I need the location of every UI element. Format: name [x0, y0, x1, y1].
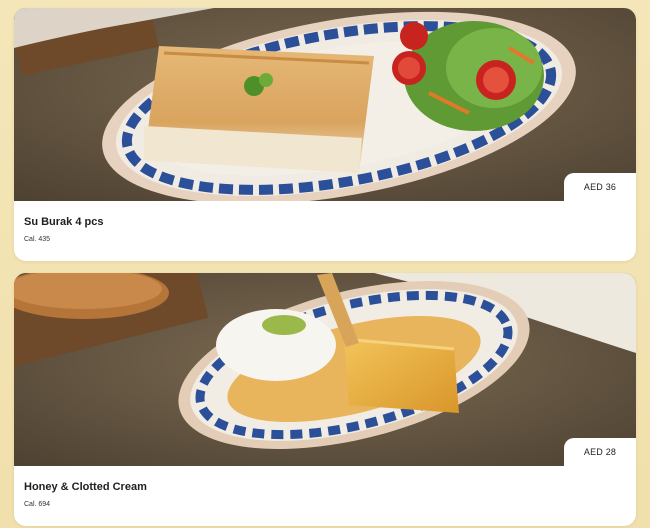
price-badge: AED 28 — [564, 438, 636, 466]
item-title[interactable]: Su Burak 4 pcs — [24, 215, 626, 229]
item-info: Su Burak 4 pcs Cal. 435 — [14, 201, 636, 244]
menu-item-card[interactable]: AED 36 Su Burak 4 pcs Cal. 435 — [14, 8, 636, 261]
menu-page: AED 36 Su Burak 4 pcs Cal. 435 AED 28 Ho… — [0, 0, 650, 528]
food-photo-honey-cream[interactable]: AED 28 — [14, 273, 636, 466]
item-calories: Cal. 694 — [24, 501, 51, 508]
price-label: AED 36 — [583, 182, 617, 192]
food-photo-su-burak[interactable]: AED 36 — [14, 8, 636, 201]
price-badge: AED 36 — [564, 173, 636, 201]
item-info: Honey & Clotted Cream Cal. 694 — [14, 466, 636, 509]
price-label: AED 28 — [583, 447, 617, 457]
menu-item-card[interactable]: AED 28 Honey & Clotted Cream Cal. 694 — [14, 273, 636, 526]
item-calories: Cal. 435 — [24, 236, 51, 243]
item-title[interactable]: Honey & Clotted Cream — [24, 480, 626, 494]
